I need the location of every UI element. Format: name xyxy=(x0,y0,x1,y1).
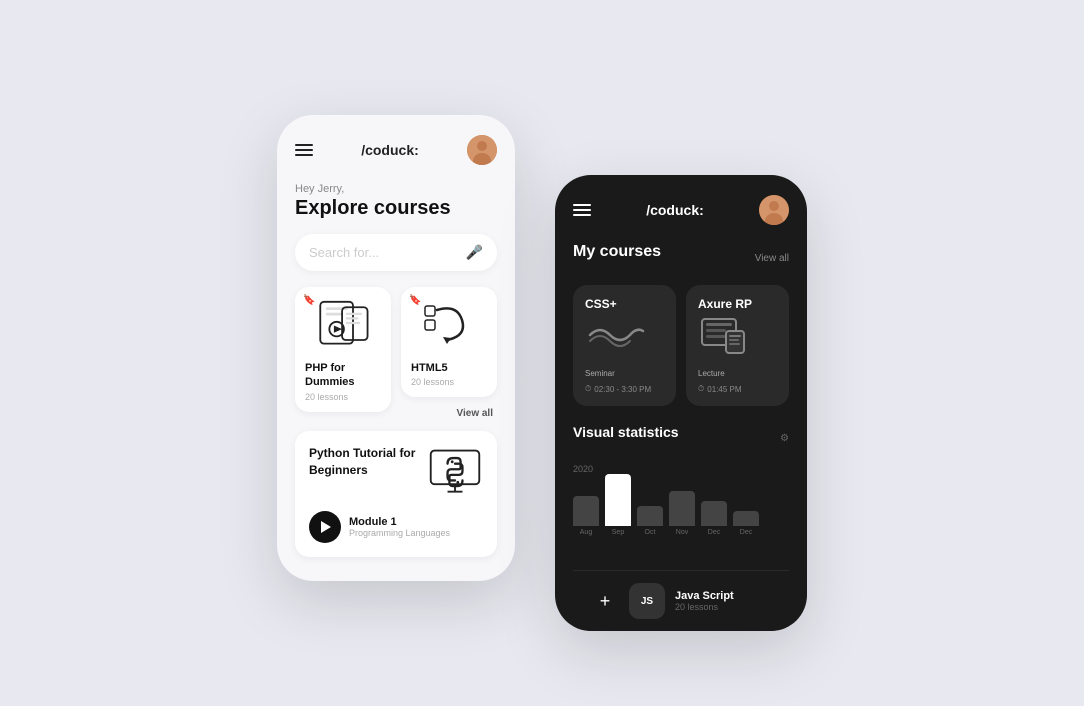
dark-avatar[interactable] xyxy=(759,195,789,225)
light-header: /coduck: xyxy=(295,135,497,165)
bar-aug: Aug xyxy=(573,496,599,536)
light-phone: /coduck: Hey Jerry, Explore courses Sear… xyxy=(277,115,515,581)
bar-dec2-bar xyxy=(733,511,759,526)
css-name: CSS+ xyxy=(585,297,664,311)
axure-name: Axure RP xyxy=(698,297,777,311)
php-title: PHP for Dummies xyxy=(305,361,381,390)
axure-time: ⏱ 01:45 PM xyxy=(698,384,777,394)
axure-type: Lecture xyxy=(698,369,725,378)
my-courses-header: My courses View all xyxy=(573,243,789,273)
axure-card[interactable]: Axure RP Lecture ⏱ xyxy=(686,285,789,406)
stats-header: Visual statistics ⚙ xyxy=(573,424,789,452)
js-course-info: Java Script 20 lessons xyxy=(675,590,734,612)
bar-oct-bar xyxy=(637,506,663,526)
php-illustration xyxy=(305,297,381,353)
search-placeholder: Search for... xyxy=(309,245,379,260)
bar-nov-bar xyxy=(669,491,695,526)
bar-nov: Nov xyxy=(669,491,695,536)
bar-nov-label: Nov xyxy=(676,529,688,536)
stats-icon: ⚙ xyxy=(780,433,789,444)
bar-sep-bar xyxy=(605,474,631,526)
light-logo: /coduck: xyxy=(361,142,419,158)
clock-icon: ⏱ xyxy=(585,384,591,394)
bar-aug-label: Aug xyxy=(580,529,592,536)
css-illustration xyxy=(585,317,645,357)
play-button[interactable] xyxy=(309,511,341,543)
js-course-lessons: 20 lessons xyxy=(675,602,734,612)
bookmark-icon: 🔖 xyxy=(303,295,315,306)
css-card[interactable]: CSS+ Seminar ⏱ 02:30 - 3:30 PM xyxy=(573,285,676,406)
python-title: Python Tutorial for Beginners xyxy=(309,445,419,479)
courses-row: 🔖 PHP fo xyxy=(295,287,497,421)
bar-dec1-bar xyxy=(701,501,727,526)
stats-title: Visual statistics xyxy=(573,424,679,440)
bar-dec2-label: Dec xyxy=(740,529,752,536)
php-card[interactable]: 🔖 PHP fo xyxy=(295,287,391,412)
bar-dec2: Dec xyxy=(733,511,759,536)
bar-dec1: Dec xyxy=(701,501,727,536)
axure-clock-icon: ⏱ xyxy=(698,384,704,394)
bar-oct: Oct xyxy=(637,506,663,536)
bar-sep: Sep xyxy=(605,474,631,536)
axure-illustration xyxy=(698,317,748,357)
python-card[interactable]: Python Tutorial for Beginners xyxy=(295,431,497,557)
bar-sep-label: Sep xyxy=(612,529,624,536)
js-course-name: Java Script xyxy=(675,590,734,602)
bar-dec1-label: Dec xyxy=(708,529,720,536)
add-button[interactable]: + xyxy=(591,587,619,615)
html5-card[interactable]: 🔖 HTML5 20 lessons xyxy=(401,287,497,397)
css-time: ⏱ 02:30 - 3:30 PM xyxy=(585,384,664,394)
dark-phone: /coduck: My courses View all CSS+ xyxy=(555,175,807,631)
bar-chart: Aug Sep Oct Nov Dec xyxy=(573,484,789,554)
python-illustration xyxy=(427,445,483,501)
my-courses-title: My courses xyxy=(573,243,661,261)
js-badge: JS xyxy=(629,583,665,619)
greeting-text: Hey Jerry, xyxy=(295,183,497,195)
html5-illustration xyxy=(411,297,487,353)
avatar[interactable] xyxy=(467,135,497,165)
css-type: Seminar xyxy=(585,369,615,378)
php-lessons: 20 lessons xyxy=(305,392,381,402)
search-bar[interactable]: Search for... 🎤 xyxy=(295,234,497,271)
bar-aug-bar xyxy=(573,496,599,526)
dark-view-all[interactable]: View all xyxy=(755,253,789,264)
module-info: Module 1 Programming Languages xyxy=(349,516,450,538)
python-card-header: Python Tutorial for Beginners xyxy=(309,445,483,501)
html5-lessons: 20 lessons xyxy=(411,377,487,387)
module-sub: Programming Languages xyxy=(349,528,450,538)
module-row: Module 1 Programming Languages xyxy=(309,511,483,543)
dark-logo: /coduck: xyxy=(646,202,704,218)
module-name: Module 1 xyxy=(349,516,450,528)
page-title: Explore courses xyxy=(295,197,497,220)
view-all-link[interactable]: View all xyxy=(456,408,493,423)
stats-section: Visual statistics ⚙ 2020 Aug Sep Oct xyxy=(573,424,789,554)
hamburger-menu[interactable] xyxy=(295,144,313,156)
dark-hamburger-menu[interactable] xyxy=(573,204,591,216)
html5-title: HTML5 xyxy=(411,361,487,375)
my-courses-row: CSS+ Seminar ⏱ 02:30 - 3:30 PM Axure RP xyxy=(573,285,789,406)
bar-oct-label: Oct xyxy=(645,529,656,536)
dark-header: /coduck: xyxy=(573,195,789,225)
mic-icon[interactable]: 🎤 xyxy=(466,244,483,261)
bookmark-icon-html: 🔖 xyxy=(409,295,421,306)
bottom-bar: + JS Java Script 20 lessons xyxy=(573,570,789,631)
stats-year: 2020 xyxy=(573,464,789,474)
